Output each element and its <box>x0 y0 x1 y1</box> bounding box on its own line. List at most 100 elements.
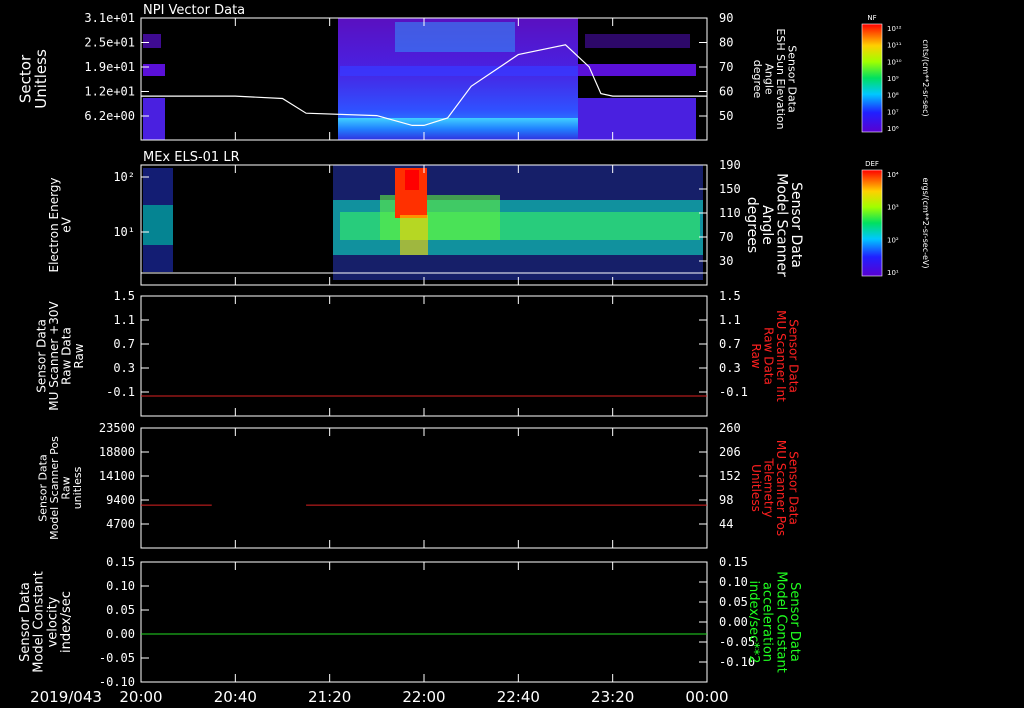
colorbar-tick: 10³ <box>887 204 899 212</box>
colorbar-tick: 10¹² <box>887 25 902 33</box>
right-tick-label: 50 <box>719 109 733 123</box>
left-axis-label: SectorUnitless <box>16 49 50 109</box>
left-tick-label: 1.2e+01 <box>84 85 135 99</box>
colorbar-tick: 10⁷ <box>887 108 899 116</box>
axis-label-line: Raw <box>749 343 763 368</box>
panel-frame <box>140 295 708 417</box>
left-tick-label: 10² <box>113 170 135 184</box>
left-tick-label: 18800 <box>99 445 135 459</box>
time-tick-label: 20:00 <box>119 688 162 706</box>
right-axis-label: Sensor DataMU Scanner PosTelemetryUnitle… <box>749 440 801 536</box>
time-tick-label: 00:00 <box>685 688 728 706</box>
axis-label-line: Angle <box>759 205 775 245</box>
left-tick-label: 6.2e+00 <box>84 109 135 123</box>
colorbar <box>861 169 883 277</box>
panel-title: MEx ELS-01 LR <box>143 150 240 165</box>
time-tick-label: 22:00 <box>402 688 445 706</box>
right-axis-label: Sensor DataModel Constantaccelerationind… <box>746 571 802 673</box>
right-tick-label: 70 <box>719 60 733 74</box>
time-tick-label: 22:40 <box>497 688 540 706</box>
colorbar-tick: 10⁸ <box>887 92 899 100</box>
left-tick-label: 0.3 <box>113 361 135 375</box>
axis-label-line: Model Scanner <box>773 173 789 277</box>
colorbar-tick: 10¹ <box>887 269 899 277</box>
colorbar-title: NF <box>867 14 876 22</box>
left-axis-label: Sensor DataMU Scanner +30VRaw DataRaw <box>34 301 86 411</box>
panel-title: NPI Vector Data <box>143 3 245 18</box>
left-axis-label: Sensor DataModel Constantvelocityindex/s… <box>18 571 74 673</box>
right-tick-label: 70 <box>719 230 733 244</box>
right-tick-label: 0.7 <box>719 337 741 351</box>
date-label: 2019/043 <box>30 688 102 706</box>
axis-label-line: Raw <box>72 343 86 368</box>
right-tick-label: -0.1 <box>719 385 748 399</box>
panel-frame <box>140 427 708 549</box>
colorbar-tick: 10¹¹ <box>887 42 902 50</box>
colorbar-tick: 10⁴ <box>887 171 899 179</box>
left-tick-label: 0.00 <box>106 627 135 641</box>
left-tick-label: 3.1e+01 <box>84 11 135 25</box>
colorbar-units-text: ergs/(cm**2-sr-sec-eV) <box>921 177 930 268</box>
right-tick-label: 1.5 <box>719 289 741 303</box>
time-tick-label: 21:20 <box>308 688 351 706</box>
axis-label-line: Unitless <box>749 464 763 512</box>
right-tick-label: 80 <box>719 36 733 50</box>
panel-frame <box>140 561 708 683</box>
left-tick-label: 14100 <box>99 469 135 483</box>
right-tick-label: 60 <box>719 85 733 99</box>
time-tick-label: 20:40 <box>214 688 257 706</box>
colorbar-tick: 10⁹ <box>887 75 899 83</box>
axis-label-line: unitless <box>71 466 84 509</box>
panel2-spectrogram <box>143 165 703 280</box>
right-tick-label: 30 <box>719 254 733 268</box>
colorbar-tick: 10² <box>887 236 899 244</box>
right-axis-label: Sensor DataModel ScannerAngledegrees <box>744 173 804 277</box>
left-tick-label: 9400 <box>106 493 135 507</box>
time-tick-label: 23:20 <box>591 688 634 706</box>
left-tick-label: -0.05 <box>99 651 135 665</box>
left-tick-label: 10¹ <box>113 225 135 239</box>
right-tick-label: 0.15 <box>719 555 748 569</box>
axis-label-line: eV <box>60 216 74 232</box>
right-tick-label: 98 <box>719 493 733 507</box>
left-tick-label: -0.10 <box>99 675 135 689</box>
right-axis-label: Sensor DataESH Sun ElevationAngledegree <box>751 28 799 129</box>
right-tick-label: 260 <box>719 421 741 435</box>
right-tick-label: 190 <box>719 158 741 172</box>
left-tick-label: 4700 <box>106 517 135 531</box>
right-tick-label: 90 <box>719 11 733 25</box>
axis-label-line: index/sec <box>59 591 74 653</box>
left-tick-label: -0.1 <box>106 385 135 399</box>
left-axis-label: Electron EnergyeV <box>47 177 74 272</box>
left-tick-label: 0.7 <box>113 337 135 351</box>
colorbar-units: cnts/(cm**2-sr-sec) <box>921 39 930 116</box>
right-tick-label: 44 <box>719 517 733 531</box>
right-tick-label: 0.10 <box>719 575 748 589</box>
right-tick-label: 150 <box>719 182 741 196</box>
axis-label-line: degrees <box>744 197 760 253</box>
left-tick-label: 0.15 <box>106 555 135 569</box>
axis-label-line: Unitless <box>32 49 50 109</box>
colorbar-units-text: cnts/(cm**2-sr-sec) <box>921 39 930 116</box>
axis-label-line: degree <box>751 60 764 99</box>
right-tick-label: 206 <box>719 445 741 459</box>
right-tick-label: 110 <box>719 206 741 220</box>
right-axis-label: Sensor DataMU Scanner IntRaw DataRaw <box>749 310 801 402</box>
left-tick-label: 0.05 <box>106 603 135 617</box>
axis-label-line: Sensor Data <box>788 182 804 268</box>
left-tick-label: 0.10 <box>106 579 135 593</box>
panel1-spectrogram <box>143 18 696 140</box>
multi-panel-plot: 3.1e+01 2.5e+01 1.9e+01 1.2e+01 6.2e+00 90 80 7… <box>16 3 930 706</box>
left-tick-label: 23500 <box>99 421 135 435</box>
right-tick-label: 0.00 <box>719 615 748 629</box>
axis-label-line: index/sec**2 <box>746 580 761 663</box>
right-tick-label: 0.05 <box>719 595 748 609</box>
colorbar-tick: 10⁶ <box>887 125 899 133</box>
left-tick-label: 1.9e+01 <box>84 60 135 74</box>
right-tick-label: 1.1 <box>719 313 741 327</box>
right-tick-label: 152 <box>719 469 741 483</box>
left-tick-label: 1.1 <box>113 313 135 327</box>
left-axis-label: Sensor DataModel Scanner PosRawunitless <box>37 436 85 540</box>
colorbar-tick: 10¹⁰ <box>887 58 902 66</box>
left-tick-label: 2.5e+01 <box>84 36 135 50</box>
